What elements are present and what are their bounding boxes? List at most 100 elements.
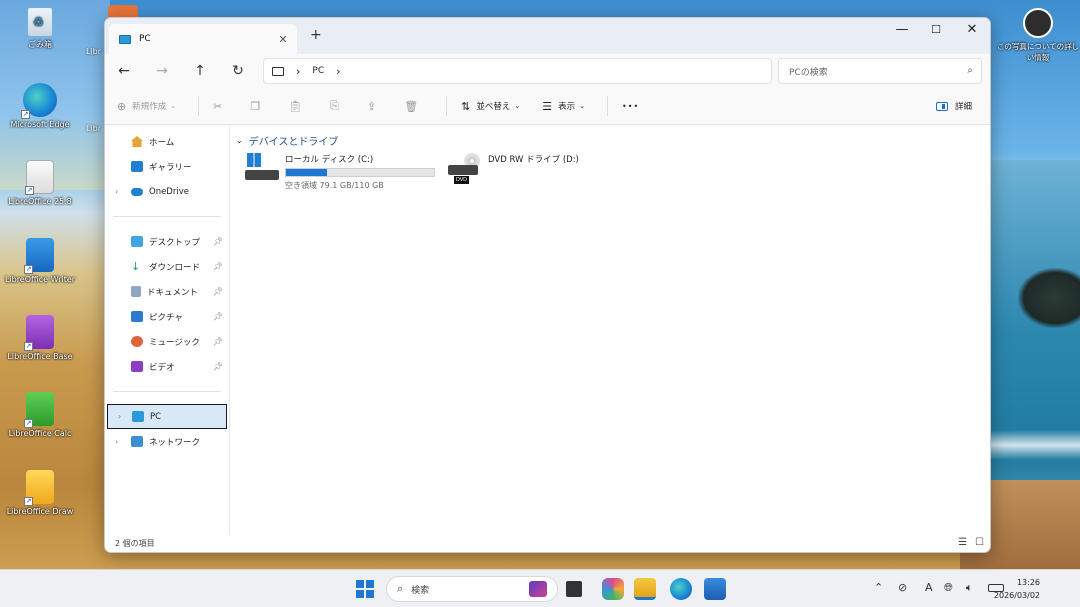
sidebar-item-label: デスクトップ [149, 237, 201, 248]
view-button[interactable]: ☰ 表示 ⌄ [542, 100, 585, 113]
camera-info-icon [1023, 8, 1053, 38]
sort-button[interactable]: ⇅ 並べ替え ⌄ [461, 100, 520, 113]
close-button[interactable]: ✕ [954, 18, 990, 42]
sidebar-item-music[interactable]: ミュージック 📌︎ [105, 329, 229, 354]
desktop-icon-base[interactable]: ↗ LibreOffice Base [0, 315, 80, 361]
sidebar-item-onedrive[interactable]: › OneDrive [105, 179, 229, 204]
partial-desktop-icon [108, 5, 138, 17]
sidebar-item-label: ダウンロード [149, 262, 201, 273]
back-button[interactable]: ← [105, 63, 143, 79]
monitor-icon [119, 34, 131, 44]
clock[interactable]: 13:26 2026/03/02 [994, 576, 1040, 602]
ime-indicator[interactable]: A [925, 581, 933, 594]
group-header-devices[interactable]: ⌄ デバイスとドライブ [236, 133, 990, 148]
file-explorer-window: PC ✕ + — ☐ ✕ ← → ↑ ↻ › PC › PCの検索 ⌕ ⊕ 新規… [104, 17, 991, 553]
writer-icon: ↗ [24, 238, 54, 274]
navigation-bar: ← → ↑ ↻ › PC › PCの検索 ⌕ [105, 54, 990, 88]
copilot-icon[interactable] [602, 578, 624, 600]
desktop-icon-edge[interactable]: ↗ Microsoft Edge [0, 83, 80, 129]
tab-pc[interactable]: PC ✕ [109, 24, 297, 54]
breadcrumb-chevron-icon[interactable]: › [336, 65, 340, 78]
maximize-button[interactable]: ☐ [918, 18, 954, 42]
drive-item-c[interactable]: ローカル ディスク (C:) 空き領域 79.1 GB/110 GB [245, 153, 435, 191]
shortcut-arrow-icon: ↗ [25, 186, 34, 195]
details-pane-icon [935, 101, 948, 111]
view-list-icon: ☰ [542, 99, 553, 113]
sidebar-item-label: ホーム [149, 137, 175, 148]
up-button[interactable]: ↑ [181, 63, 219, 79]
chevron-down-icon: ⌄ [579, 102, 586, 110]
home-icon [131, 136, 143, 147]
rename-button[interactable]: ⎘ [330, 99, 345, 113]
breadcrumb-pc[interactable]: PC [312, 66, 324, 76]
shortcut-arrow-icon: ↗ [24, 497, 33, 506]
chevron-right-icon[interactable]: › [118, 412, 121, 421]
copy-button[interactable]: ❐ [250, 100, 266, 113]
dvd-drive-icon: DVD [448, 153, 482, 185]
chevron-right-icon[interactable]: › [115, 187, 118, 196]
new-tab-button[interactable]: + [310, 27, 322, 43]
globe-icon[interactable]: 🌐︎ [944, 581, 953, 595]
start-button[interactable] [354, 578, 376, 600]
sidebar-item-desktop[interactable]: デスクトップ 📌︎ [105, 229, 229, 254]
desktop-icon-writer[interactable]: ↗ LibreOffice Writer [0, 238, 80, 284]
desktop-icon-libreoffice[interactable]: ↗ LibreOffice 25.8 [0, 160, 80, 206]
chevron-down-icon[interactable]: ⌄ [236, 136, 243, 145]
sidebar-item-home[interactable]: ホーム [105, 129, 229, 154]
sidebar-item-pictures[interactable]: ピクチャ 📌︎ [105, 304, 229, 329]
taskbar-search[interactable]: ⌕ 検索 [386, 576, 558, 602]
paste-button[interactable]: 📋︎ [288, 100, 308, 113]
more-options-button[interactable]: ••• [622, 102, 639, 111]
sidebar-item-videos[interactable]: ビデオ 📌︎ [105, 354, 229, 379]
sidebar-item-label: ミュージック [149, 337, 200, 348]
search-box[interactable]: PCの検索 ⌕ [778, 58, 982, 84]
network-offline-icon[interactable]: ⊘ [898, 581, 907, 594]
new-button[interactable]: ⊕ 新規作成 ⌄ [117, 100, 176, 113]
sidebar-item-label: OneDrive [149, 186, 189, 197]
clock-time: 13:26 [1016, 578, 1040, 587]
store-icon[interactable] [704, 578, 726, 600]
tab-label: PC [139, 34, 151, 44]
large-icons-view-icon[interactable]: ☐ [975, 537, 984, 548]
details-pane-button[interactable]: 詳細 [935, 100, 972, 112]
title-bar: PC ✕ + — ☐ ✕ [105, 18, 990, 54]
status-bar: 2 個の項目 ☰ ☐ [105, 534, 990, 552]
sidebar-item-gallery[interactable]: ギャラリー [105, 154, 229, 179]
sidebar-item-pc[interactable]: › PC [107, 404, 227, 429]
desktop-icon-recycle-bin[interactable]: ♻ ごみ箱 [0, 8, 80, 50]
edge-icon: ↗ [21, 83, 57, 119]
sidebar-item-downloads[interactable]: ↓ ダウンロード 📌︎ [105, 254, 229, 279]
edge-icon[interactable] [670, 578, 692, 600]
sidebar-item-documents[interactable]: ドキュメント 📌︎ [105, 279, 229, 304]
new-label: 新規作成 [132, 102, 167, 112]
navigation-pane: ホーム ギャラリー › OneDrive デスクトップ 📌︎ ↓ ダウンロード … [105, 125, 230, 534]
drive-item-d[interactable]: DVD DVD RW ドライブ (D:) [448, 153, 579, 185]
desktop-icon-photo-info[interactable]: この写真についての詳しい情報 [996, 8, 1080, 63]
desktop-icon-draw[interactable]: ↗ LibreOffice Draw [0, 470, 80, 516]
volume-icon[interactable]: 🔈︎ [966, 581, 973, 595]
details-view-icon[interactable]: ☰ [958, 537, 967, 548]
desktop-folder-icon [131, 236, 143, 247]
tab-close-icon[interactable]: ✕ [273, 33, 293, 46]
drive-name: ローカル ディスク (C:) [285, 155, 374, 165]
desktop-icon-calc[interactable]: ↗ LibreOffice Calc [0, 392, 80, 438]
refresh-button[interactable]: ↻ [219, 63, 257, 79]
forward-button[interactable]: → [143, 63, 181, 79]
scissors-icon: ✂ [213, 99, 223, 113]
cut-button[interactable]: ✂ [213, 100, 228, 113]
breadcrumb-chevron-icon[interactable]: › [296, 65, 300, 78]
details-label: 詳細 [954, 102, 972, 112]
drive-free-space: 空き領域 79.1 GB/110 GB [285, 181, 384, 190]
task-view-icon[interactable] [566, 581, 582, 597]
video-icon [131, 361, 143, 372]
minimize-button[interactable]: — [884, 18, 920, 42]
share-button[interactable]: ⇪ [367, 100, 382, 113]
chevron-right-icon[interactable]: › [115, 437, 118, 446]
search-highlight-icon [529, 581, 547, 597]
delete-button[interactable]: 🗑︎ [404, 100, 424, 113]
chevron-up-icon[interactable]: ⌃ [874, 581, 883, 594]
sidebar-item-network[interactable]: › ネットワーク [105, 429, 229, 454]
shortcut-arrow-icon: ↗ [24, 419, 33, 428]
address-bar[interactable]: › PC › [263, 58, 772, 84]
file-explorer-icon[interactable] [634, 578, 656, 600]
